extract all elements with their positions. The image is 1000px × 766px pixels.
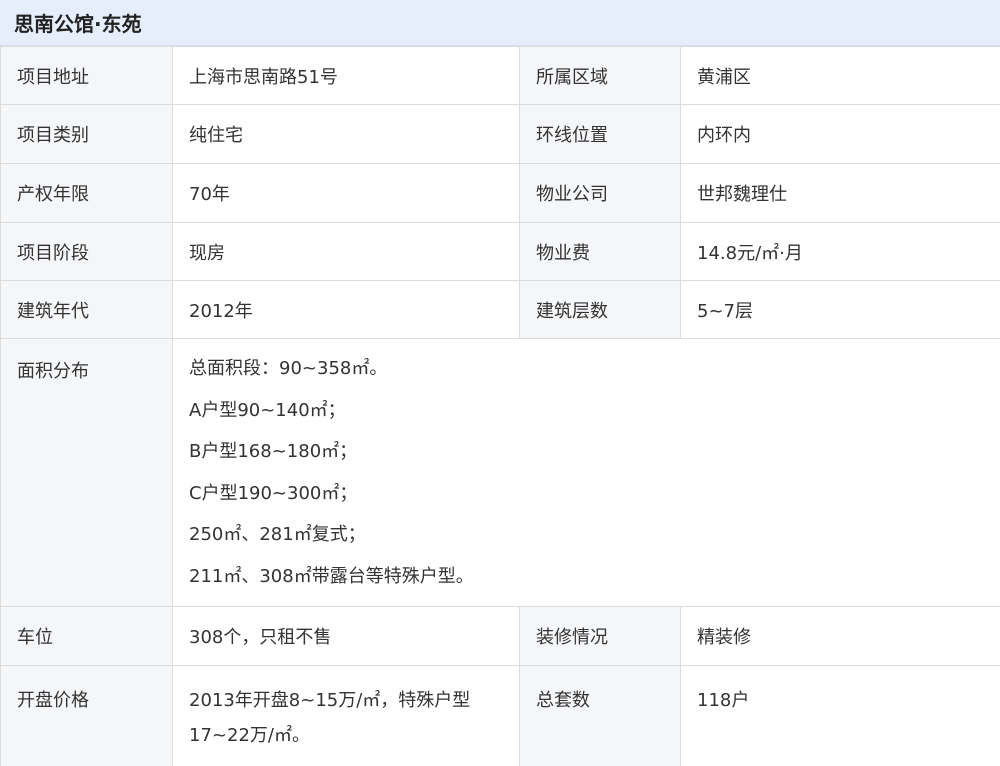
field-value: 2012年: [172, 280, 520, 339]
field-label: 车位: [0, 606, 173, 666]
area-line: A户型90~140㎡；: [189, 399, 346, 421]
field-label: 物业费: [519, 222, 681, 281]
field-label: 建筑层数: [519, 280, 681, 339]
field-label: 项目阶段: [0, 222, 173, 281]
field-value: 世邦魏理仕: [680, 163, 1000, 223]
field-value: 14.8元/㎡·月: [680, 222, 1000, 281]
area-line: B户型168~180㎡；: [189, 441, 358, 462]
field-value: 纯住宅: [172, 104, 520, 164]
field-label: 项目地址: [0, 46, 173, 105]
table-row: 建筑年代 2012年 建筑层数 5~7层: [0, 280, 1000, 339]
field-label: 开盘价格: [0, 665, 173, 766]
area-line: 250㎡、281㎡复式；: [189, 524, 366, 545]
field-label: 所属区域: [519, 46, 681, 105]
table-row: 项目类别 纯住宅 环线位置 内环内: [0, 104, 1000, 164]
area-line: 211㎡、308㎡带露台等特殊户型。: [189, 565, 474, 587]
table-row: 项目阶段 现房 物业费 14.8元/㎡·月: [0, 222, 1000, 281]
field-value: 上海市思南路51号: [172, 46, 520, 105]
area-line: C户型190~300㎡；: [189, 482, 358, 504]
field-label: 环线位置: [519, 104, 681, 164]
card-title: 思南公馆·东苑: [0, 0, 1000, 46]
field-value: 308个，只租不售: [172, 606, 520, 666]
field-value: 2013年开盘8~15万/㎡，特殊户型17~22万/㎡。: [172, 665, 520, 766]
table-row: 开盘价格 2013年开盘8~15万/㎡，特殊户型17~22万/㎡。 总套数 11…: [0, 665, 1000, 766]
field-value: 5~7层: [680, 280, 1000, 339]
field-value: 内环内: [680, 104, 1000, 164]
table-row: 项目地址 上海市思南路51号 所属区域 黄浦区: [0, 46, 1000, 105]
field-value: 精装修: [680, 606, 1000, 666]
table-row: 产权年限 70年 物业公司 世邦魏理仕: [0, 163, 1000, 223]
table-row: 车位 308个，只租不售 装修情况 精装修: [0, 606, 1000, 666]
field-value: 现房: [172, 222, 520, 281]
field-label: 产权年限: [0, 163, 173, 223]
field-label: 项目类别: [0, 104, 173, 164]
field-value: 黄浦区: [680, 46, 1000, 105]
field-value: 118户: [680, 665, 1000, 766]
field-label: 装修情况: [519, 606, 681, 666]
field-label: 建筑年代: [0, 280, 173, 339]
area-distribution: 总面积段：90~358㎡。 A户型90~140㎡； B户型168~180㎡； C…: [172, 338, 1000, 607]
field-value: 70年: [172, 163, 520, 223]
field-label: 总套数: [519, 665, 681, 766]
table-row-area: 面积分布 总面积段：90~358㎡。 A户型90~140㎡； B户型168~18…: [0, 338, 1000, 607]
property-info-card: 思南公馆·东苑 项目地址 上海市思南路51号 所属区域 黄浦区 项目类别 纯住宅…: [0, 0, 1000, 766]
field-label: 物业公司: [519, 163, 681, 223]
field-label: 面积分布: [0, 338, 173, 607]
property-info-table: 项目地址 上海市思南路51号 所属区域 黄浦区 项目类别 纯住宅 环线位置 内环…: [0, 46, 1000, 766]
area-line: 总面积段：90~358㎡。: [189, 358, 388, 379]
